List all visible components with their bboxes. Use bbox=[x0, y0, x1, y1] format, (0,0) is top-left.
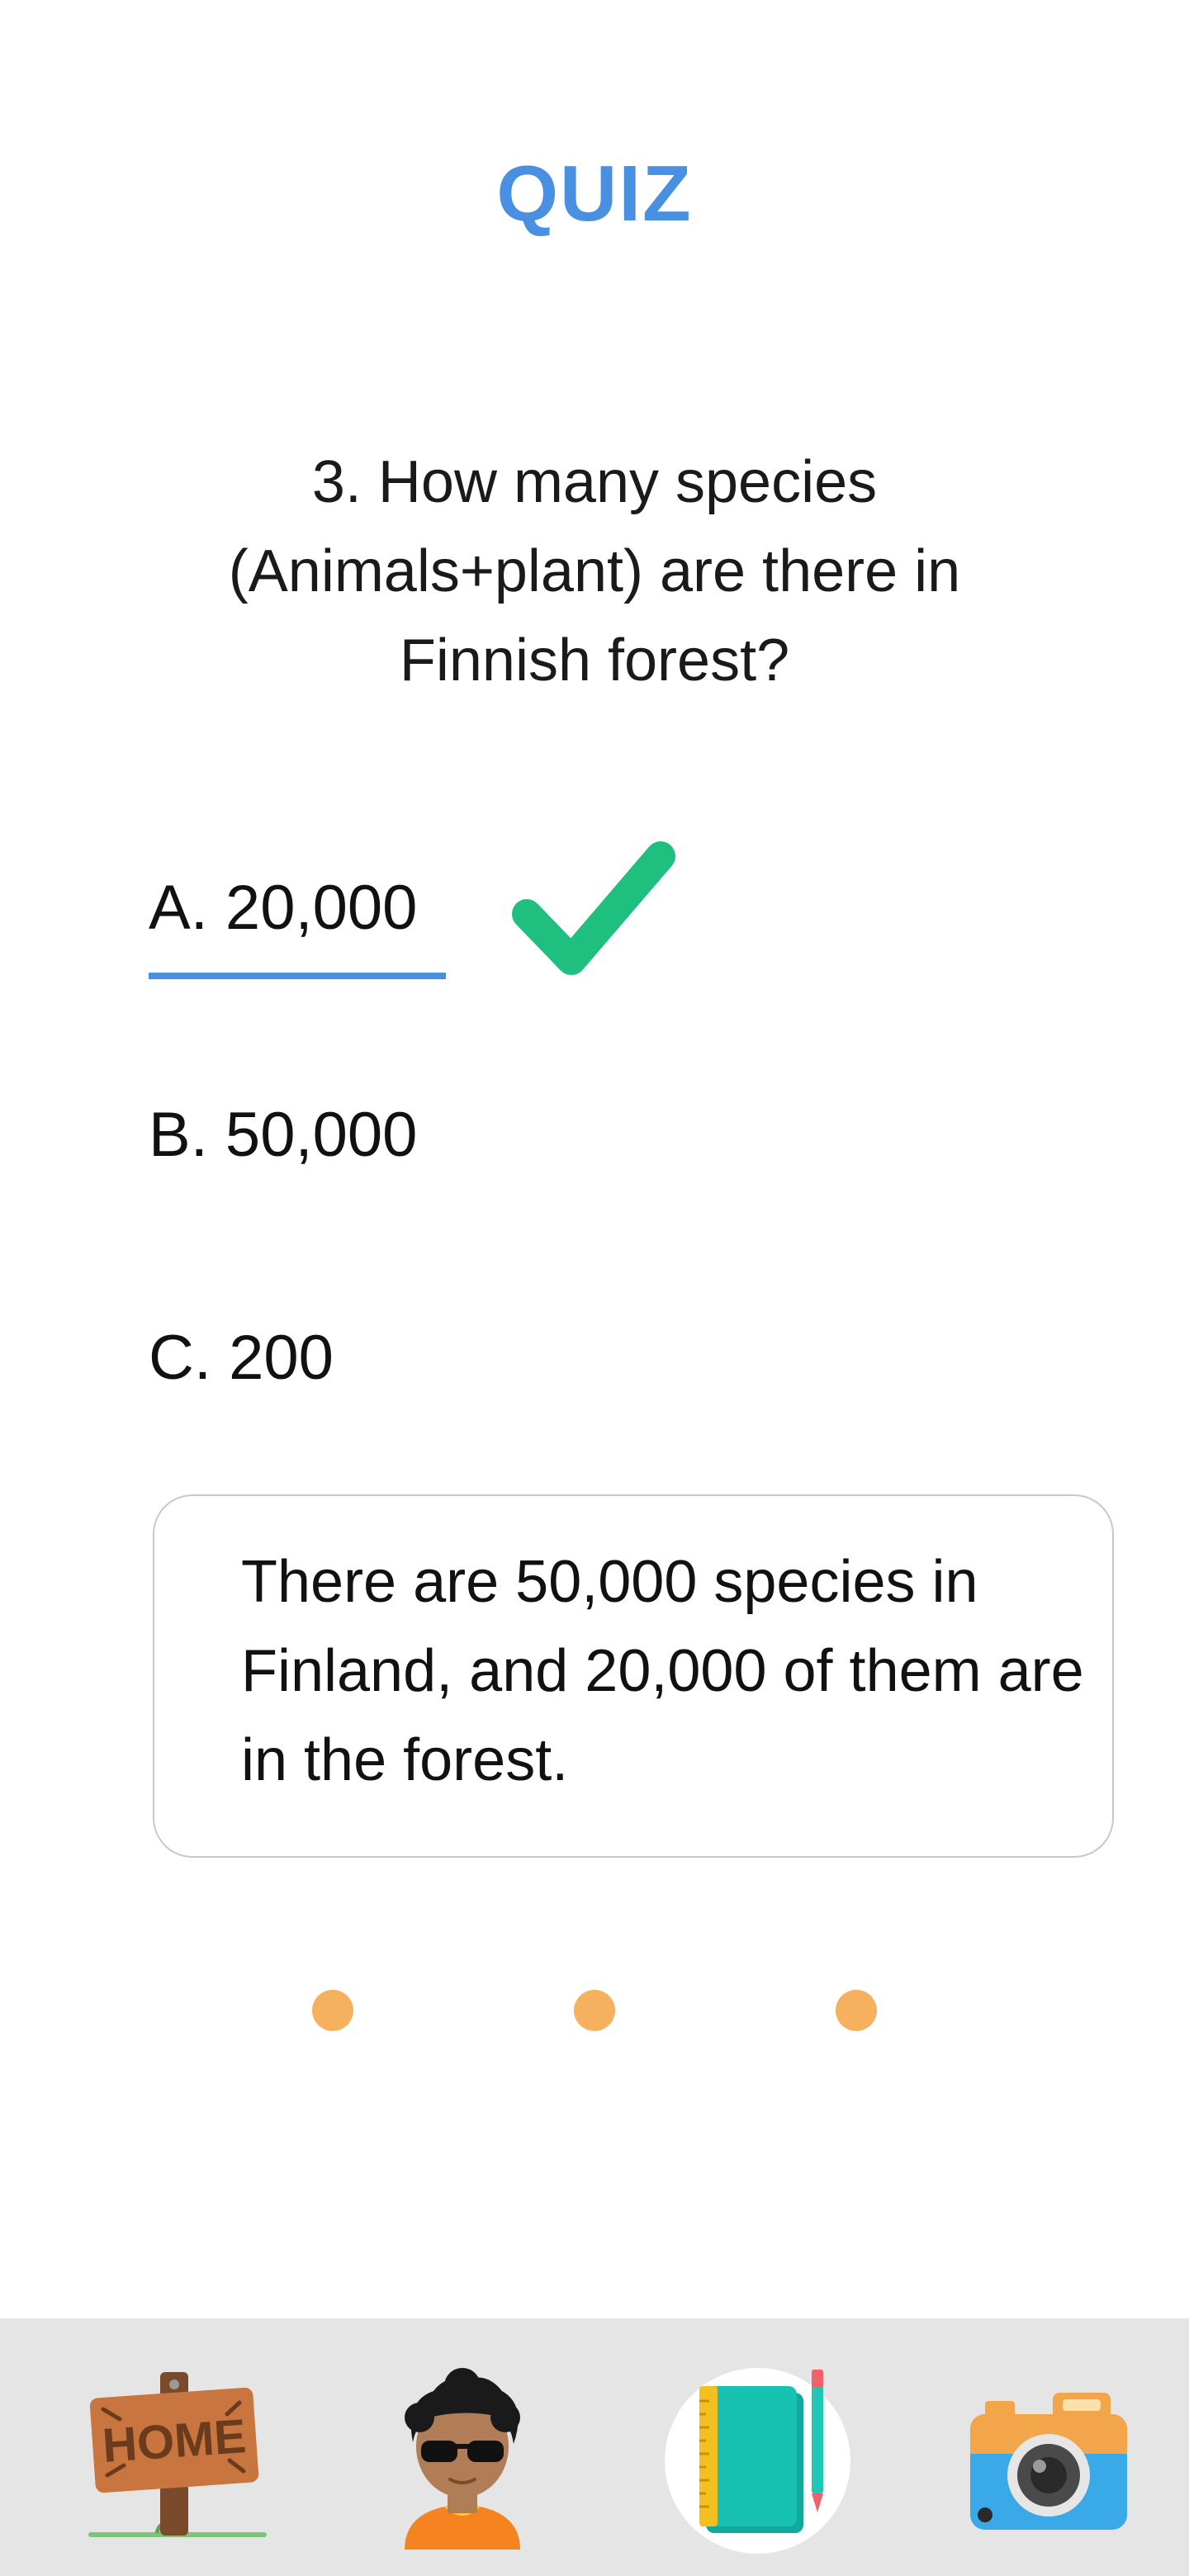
tab-camera[interactable] bbox=[950, 2318, 1164, 2576]
home-sign-icon: HOME bbox=[88, 2372, 267, 2537]
option-b[interactable]: B. 50,000 bbox=[149, 1098, 417, 1172]
tab-profile[interactable] bbox=[355, 2318, 570, 2576]
checkmark-icon bbox=[512, 841, 675, 975]
tab-notebook[interactable] bbox=[652, 2318, 867, 2576]
page-title: QUIZ bbox=[496, 149, 693, 238]
option-a[interactable]: A. 20,000 bbox=[149, 871, 417, 945]
pagination-dots bbox=[0, 1990, 1189, 2033]
question-text: 3. How many species (Animals+plant) are … bbox=[228, 449, 961, 694]
option-c[interactable]: C. 200 bbox=[149, 1321, 334, 1395]
svg-text:HOME: HOME bbox=[101, 2409, 248, 2473]
selected-underline bbox=[149, 973, 446, 979]
pagination-dot[interactable] bbox=[312, 1990, 353, 2031]
explanation-card: There are 50,000 species in Finland, and… bbox=[153, 1494, 1114, 1858]
notebook-icon bbox=[699, 2370, 823, 2533]
tab-home[interactable]: HOME bbox=[74, 2318, 289, 2576]
pagination-dot[interactable] bbox=[574, 1990, 615, 2031]
pagination-dot[interactable] bbox=[836, 1990, 877, 2031]
profile-avatar-icon bbox=[405, 2368, 520, 2550]
quiz-screen: QUIZ 3. How many species (Animals+plant)… bbox=[0, 0, 1189, 2576]
camera-icon bbox=[970, 2393, 1127, 2530]
explanation-text: There are 50,000 species in Finland, and… bbox=[241, 1549, 1084, 1793]
bottom-tab-bar: HOME bbox=[0, 2318, 1189, 2576]
